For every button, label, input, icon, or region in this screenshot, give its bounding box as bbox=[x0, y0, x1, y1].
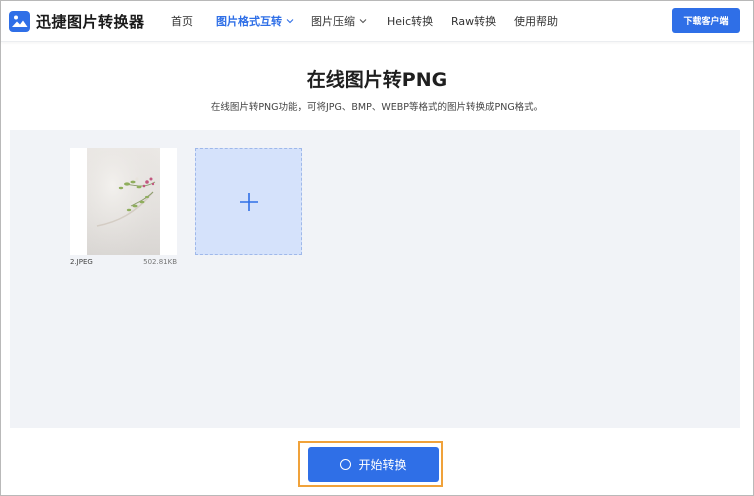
nav-label: 图片压缩 bbox=[311, 15, 355, 28]
file-thumbnail bbox=[87, 148, 160, 255]
download-client-button[interactable]: 下载客户端 bbox=[672, 8, 740, 33]
nav-raw[interactable]: Raw转换 bbox=[451, 1, 514, 41]
main-nav: 首页 图片格式互转 图片压缩 Heic转换 Raw转换 使用帮助 bbox=[171, 1, 574, 41]
nav-label: Raw转换 bbox=[451, 15, 497, 28]
nav-label: 首页 bbox=[171, 15, 193, 28]
chevron-down-icon bbox=[286, 19, 294, 24]
logo-text: 迅捷图片转换器 bbox=[36, 12, 145, 31]
nav-label: Heic转换 bbox=[387, 15, 434, 28]
upload-area[interactable]: 2.JPEG 502.81KB bbox=[10, 130, 740, 428]
top-header: 迅捷图片转换器 首页 图片格式互转 图片压缩 Heic转换 Raw转换 使用帮助… bbox=[1, 1, 753, 42]
chevron-down-icon bbox=[359, 19, 367, 24]
nav-label: 图片格式互转 bbox=[216, 15, 282, 28]
nav-help[interactable]: 使用帮助 bbox=[514, 1, 574, 41]
start-convert-button[interactable]: 开始转换 bbox=[308, 447, 439, 482]
start-convert-label: 开始转换 bbox=[358, 458, 407, 472]
page-title: 在线图片转PNG bbox=[306, 69, 448, 91]
image-logo-icon bbox=[9, 10, 30, 32]
file-size: 502.81KB bbox=[143, 258, 177, 266]
page-subtitle: 在线图片转PNG功能，可将JPG、BMP、WEBP等格式的图片转换成PNG格式。 bbox=[210, 102, 544, 113]
file-card[interactable] bbox=[70, 148, 177, 255]
nav-format-convert[interactable]: 图片格式互转 bbox=[216, 1, 311, 41]
plus-icon bbox=[240, 193, 258, 211]
nav-home[interactable]: 首页 bbox=[171, 1, 216, 41]
nav-heic[interactable]: Heic转换 bbox=[387, 1, 451, 41]
file-name: 2.JPEG bbox=[70, 258, 93, 266]
nav-compress[interactable]: 图片压缩 bbox=[311, 1, 387, 41]
nav-label: 使用帮助 bbox=[514, 15, 558, 28]
logo[interactable]: 迅捷图片转换器 bbox=[9, 10, 145, 32]
spinner-icon bbox=[340, 459, 352, 470]
add-file-button[interactable] bbox=[195, 148, 302, 255]
